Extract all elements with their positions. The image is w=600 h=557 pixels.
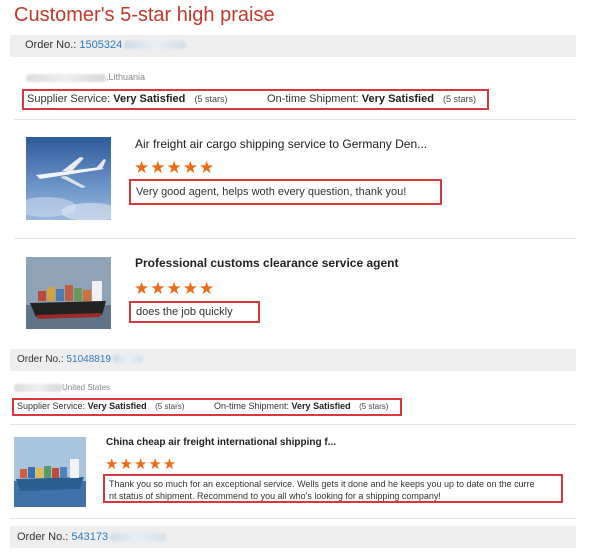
redacted-order-suffix bbox=[110, 533, 167, 542]
supplier-service-label: Supplier Service: bbox=[17, 401, 86, 411]
container-ship-icon bbox=[26, 257, 111, 329]
order-number[interactable]: 1505324 bbox=[79, 39, 122, 51]
review-highlight-box: does the job quickly bbox=[129, 301, 260, 323]
star-rating: ★★★★★ bbox=[134, 279, 216, 298]
order-label: Order No.: bbox=[25, 39, 77, 51]
review-text: Very good agent, helps woth every questi… bbox=[136, 186, 407, 198]
order-label: Order No.: bbox=[17, 354, 64, 365]
divider bbox=[10, 518, 576, 519]
order-label: Order No.: bbox=[17, 531, 69, 543]
airplane-icon bbox=[26, 137, 111, 220]
redacted-buyer-name bbox=[14, 383, 62, 392]
redacted-order-suffix bbox=[112, 355, 143, 364]
supplier-service-label: Supplier Service: bbox=[27, 93, 111, 105]
redacted-order-suffix bbox=[124, 41, 187, 50]
review-highlight-box: Very good agent, helps woth every questi… bbox=[129, 179, 442, 205]
review-text: does the job quickly bbox=[136, 306, 233, 318]
order-header: Order No.: 51048819 bbox=[10, 349, 576, 371]
divider bbox=[14, 119, 576, 120]
product-title[interactable]: China cheap air freight international sh… bbox=[106, 437, 336, 448]
buyer-location: ,Lithuania bbox=[106, 72, 146, 82]
shipment-value: Very Satisfied bbox=[291, 401, 351, 411]
page-title: Customer's 5-star high praise bbox=[14, 4, 275, 26]
review-text-line2: nt status of shipment. Recommend to you … bbox=[109, 491, 441, 501]
product-title[interactable]: Professional customs clearance service a… bbox=[135, 256, 398, 270]
redacted-buyer-name bbox=[26, 73, 106, 82]
divider bbox=[14, 238, 576, 239]
supplier-service-stars: (5 stars) bbox=[194, 94, 228, 104]
divider bbox=[10, 424, 576, 425]
order-number[interactable]: 51048819 bbox=[66, 354, 111, 365]
supplier-service-stars: (5 stars) bbox=[155, 402, 185, 411]
shipment-label: On-time Shipment: bbox=[214, 401, 290, 411]
product-thumbnail[interactable] bbox=[26, 137, 111, 220]
shipment-value: Very Satisfied bbox=[361, 93, 434, 105]
supplier-service-value: Very Satisfied bbox=[87, 401, 147, 411]
order-number[interactable]: 543173 bbox=[71, 531, 108, 543]
star-rating: ★★★★★ bbox=[134, 158, 216, 177]
cargo-ship-icon bbox=[14, 437, 86, 507]
order-header: Order No.: 1505324 bbox=[10, 35, 576, 57]
supplier-service-value: Very Satisfied bbox=[113, 93, 186, 105]
shipment-stars: (5 stars) bbox=[442, 94, 476, 104]
shipment-stars: (5 stars) bbox=[359, 402, 389, 411]
review-text-line1: Thank you so much for an exceptional ser… bbox=[109, 479, 535, 489]
review-highlight-box: Thank you so much for an exceptional ser… bbox=[103, 474, 563, 503]
product-title[interactable]: Air freight air cargo shipping service t… bbox=[135, 137, 427, 151]
product-thumbnail[interactable] bbox=[26, 257, 111, 329]
star-rating: ★★★★★ bbox=[105, 456, 178, 473]
rating-summary-box: Supplier Service: Very Satisfied (5 star… bbox=[12, 398, 402, 416]
product-thumbnail[interactable] bbox=[14, 437, 86, 507]
buyer-location: United States bbox=[62, 383, 111, 392]
rating-summary-box: Supplier Service: Very Satisfied (5 star… bbox=[22, 89, 489, 110]
order-header: Order No.: 543173 bbox=[10, 526, 576, 548]
shipment-label: On-time Shipment: bbox=[267, 93, 359, 105]
